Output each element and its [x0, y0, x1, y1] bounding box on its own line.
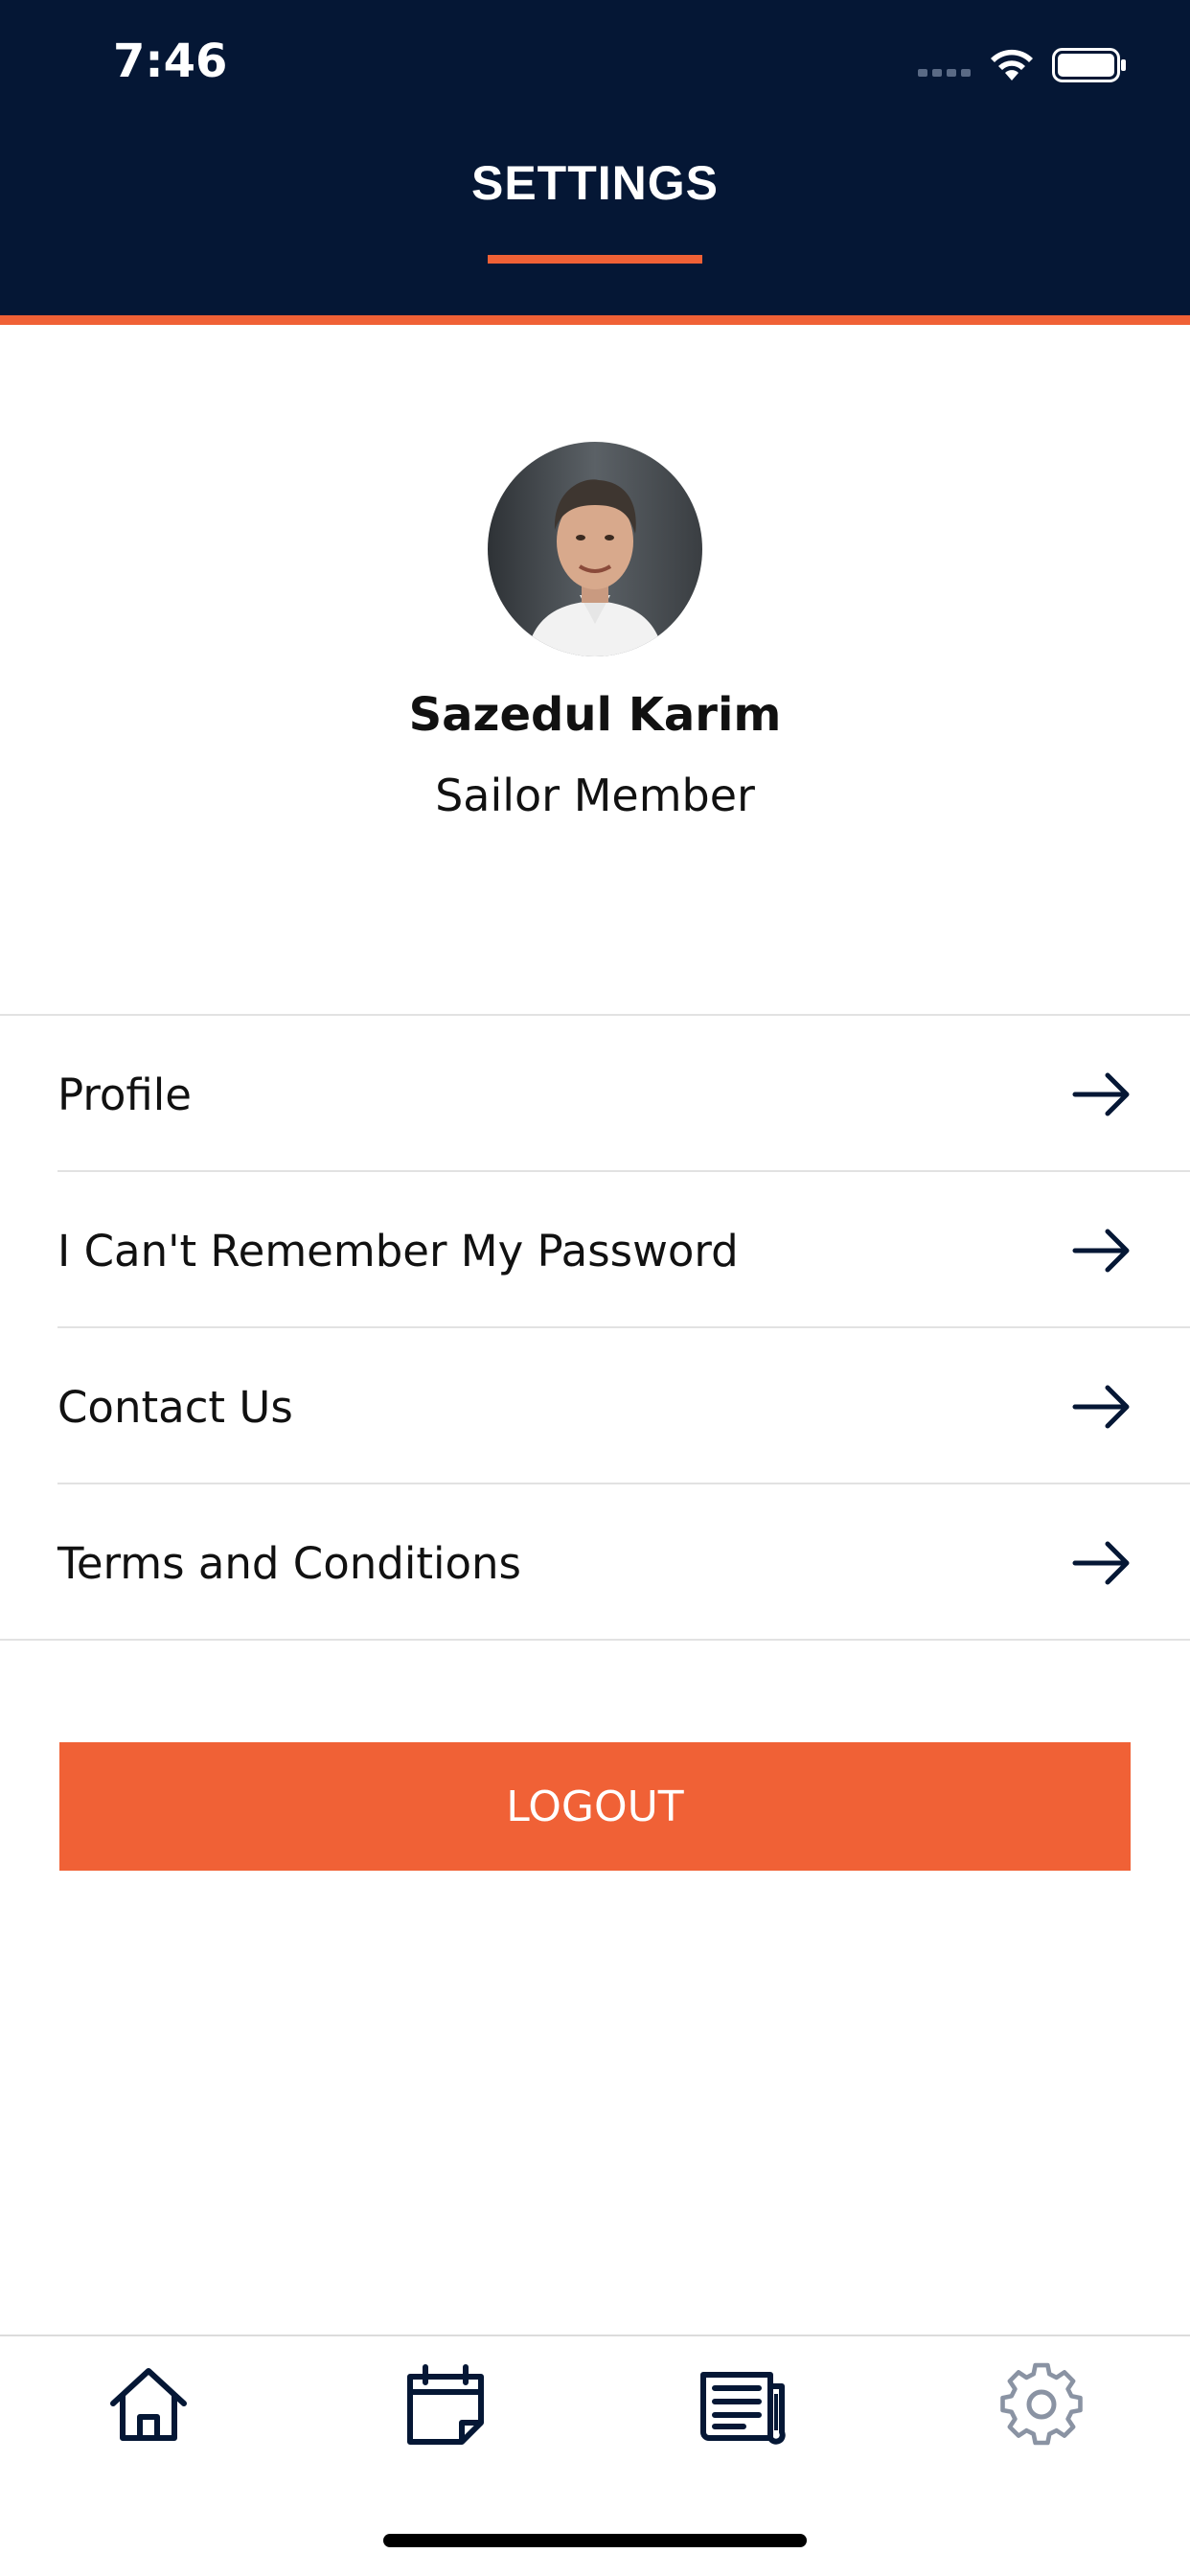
- user-role: Sailor Member: [435, 770, 755, 821]
- menu-item-terms[interactable]: Terms and Conditions: [0, 1484, 1190, 1641]
- cellular-signal-icon: [918, 69, 972, 79]
- home-icon[interactable]: [105, 2361, 192, 2448]
- menu-item-label: Profile: [57, 1070, 192, 1120]
- title-underline: [488, 255, 702, 264]
- arrow-right-icon: [1072, 1229, 1130, 1273]
- home-indicator: [383, 2534, 807, 2547]
- menu-item-label: I Can't Remember My Password: [57, 1226, 739, 1276]
- page-title: SETTINGS: [470, 156, 720, 210]
- menu-item-label: Contact Us: [57, 1382, 293, 1433]
- header-accent-line: [0, 315, 1190, 325]
- news-icon[interactable]: [699, 2361, 786, 2448]
- user-name: Sazedul Karim: [408, 688, 782, 742]
- settings-menu: Profile I Can't Remember My Password Con…: [0, 1014, 1190, 1641]
- header-bar: 7:46 SETTINGS: [0, 0, 1190, 315]
- battery-icon: [1052, 48, 1126, 82]
- arrow-right-icon: [1072, 1385, 1130, 1429]
- status-time: 7:46: [113, 34, 228, 88]
- menu-item-label: Terms and Conditions: [57, 1538, 521, 1589]
- avatar-photo: [488, 442, 702, 656]
- logout-button[interactable]: LOGOUT: [59, 1742, 1131, 1871]
- settings-screen: 7:46 SETTINGS Sazedul Karim Sailor Membe…: [0, 0, 1190, 2576]
- divider: [0, 1639, 1190, 1641]
- arrow-right-icon: [1072, 1072, 1130, 1116]
- wifi-icon: [991, 49, 1033, 80]
- menu-item-forgot-password[interactable]: I Can't Remember My Password: [0, 1172, 1190, 1328]
- gear-icon[interactable]: [998, 2361, 1085, 2448]
- avatar: [488, 442, 702, 656]
- calendar-icon[interactable]: [402, 2361, 489, 2448]
- arrow-right-icon: [1072, 1541, 1130, 1585]
- menu-item-contact-us[interactable]: Contact Us: [0, 1328, 1190, 1484]
- menu-item-profile[interactable]: Profile: [0, 1016, 1190, 1172]
